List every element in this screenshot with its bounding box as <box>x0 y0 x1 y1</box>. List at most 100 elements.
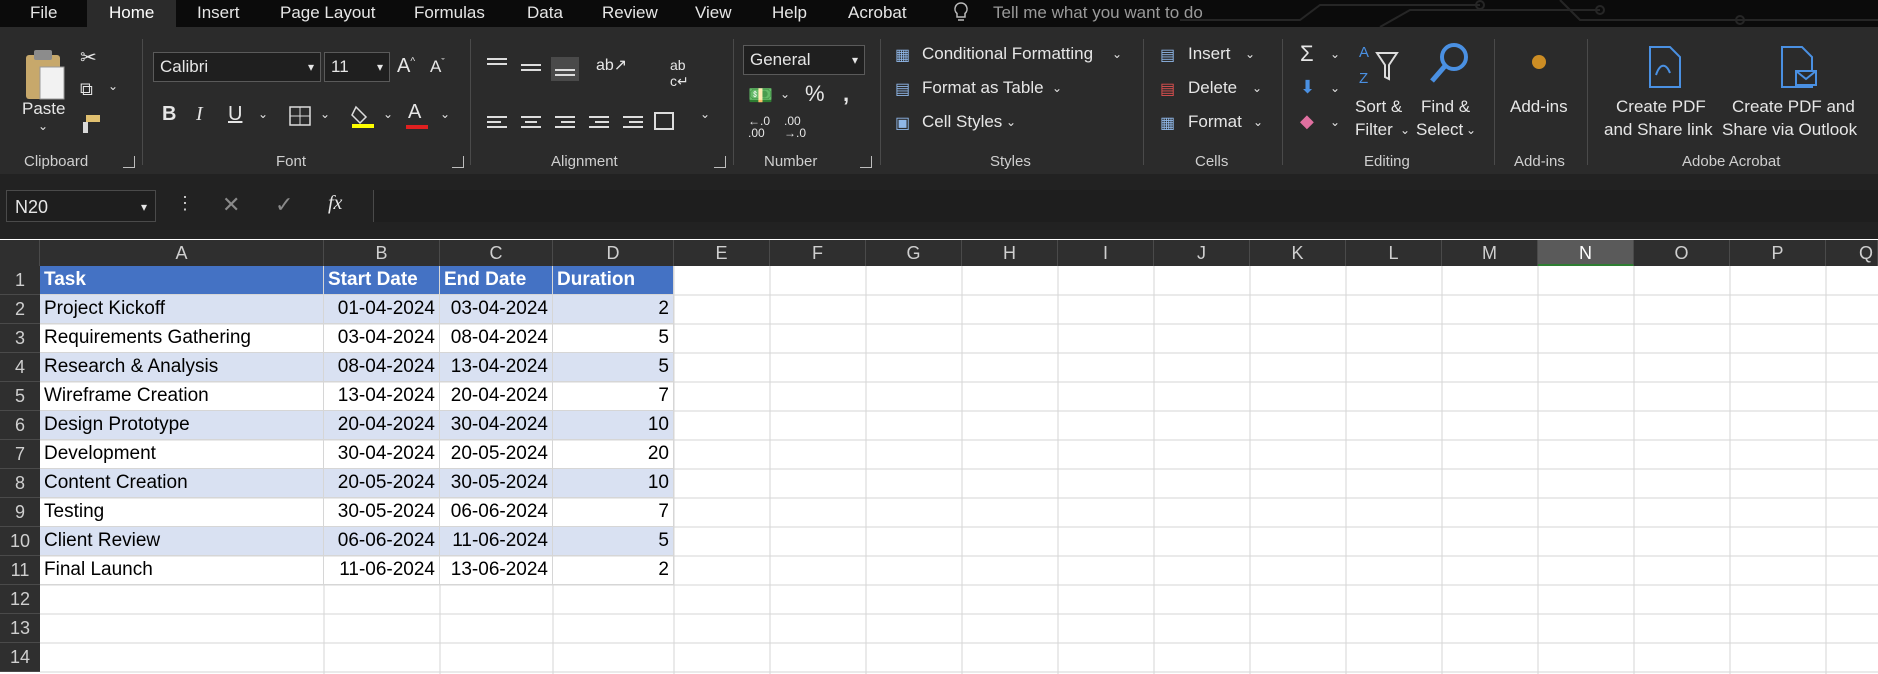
copy-dropdown-icon[interactable]: ⌄ <box>108 79 118 93</box>
start-date-cell[interactable]: 13-04-2024 <box>324 382 440 411</box>
duration-cell[interactable]: 2 <box>553 295 674 324</box>
delete-cells-button[interactable]: Delete <box>1188 78 1237 98</box>
underline-dropdown-icon[interactable]: ⌄ <box>258 107 268 121</box>
duration-cell[interactable]: 10 <box>553 469 674 498</box>
sort-filter-icon[interactable]: A Z <box>1357 41 1399 87</box>
add-ins-button[interactable]: Add-ins <box>1510 97 1568 117</box>
create-pdf-link-label-1[interactable]: Create PDF <box>1616 97 1706 117</box>
task-cell[interactable]: Content Creation <box>40 469 324 498</box>
clear-icon[interactable]: ◆ <box>1300 111 1314 132</box>
start-date-cell[interactable]: 06-06-2024 <box>324 527 440 556</box>
copy-icon[interactable]: ⧉ <box>80 79 93 100</box>
row-header-4[interactable]: 4 <box>0 353 40 382</box>
end-date-cell[interactable]: 30-05-2024 <box>440 469 553 498</box>
format-cells-button[interactable]: Format <box>1188 112 1242 132</box>
task-cell[interactable]: Final Launch <box>40 556 324 585</box>
merge-dropdown-icon[interactable]: ⌄ <box>700 107 710 121</box>
tab-home[interactable]: Home <box>87 0 177 27</box>
end-date-cell[interactable]: 03-04-2024 <box>440 295 553 324</box>
row-header-10[interactable]: 10 <box>0 527 40 556</box>
tab-help[interactable]: Help <box>772 2 807 24</box>
column-header-c[interactable]: C <box>440 240 553 266</box>
task-cell[interactable]: Client Review <box>40 527 324 556</box>
duration-cell[interactable]: 2 <box>553 556 674 585</box>
column-header-i[interactable]: I <box>1058 240 1154 266</box>
column-header-n[interactable]: N <box>1538 240 1634 266</box>
start-date-cell[interactable]: 20-04-2024 <box>324 411 440 440</box>
enter-icon[interactable]: ✓ <box>275 192 293 218</box>
duration-cell[interactable]: 7 <box>553 498 674 527</box>
fill-color-dropdown-icon[interactable]: ⌄ <box>383 107 393 121</box>
paste-icon[interactable] <box>22 47 68 105</box>
row-header-6[interactable]: 6 <box>0 411 40 440</box>
borders-icon[interactable] <box>288 105 312 127</box>
create-pdf-outlook-icon[interactable] <box>1776 45 1818 89</box>
row-header-12[interactable]: 12 <box>0 585 40 614</box>
end-date-cell[interactable]: 13-04-2024 <box>440 353 553 382</box>
task-cell[interactable]: Design Prototype <box>40 411 324 440</box>
accounting-format-icon[interactable]: 💵 <box>748 83 773 108</box>
duration-cell[interactable]: 5 <box>553 353 674 382</box>
row-header-13[interactable]: 13 <box>0 614 40 643</box>
insert-function-icon[interactable]: fx <box>328 192 342 215</box>
column-header-o[interactable]: O <box>1634 240 1730 266</box>
insert-cells-button[interactable]: Insert <box>1188 44 1231 64</box>
find-select-label-1[interactable]: Find & <box>1421 97 1470 117</box>
add-ins-icon[interactable] <box>1532 55 1546 69</box>
column-header-h[interactable]: H <box>962 240 1058 266</box>
header-cell-task[interactable]: Task <box>40 266 324 295</box>
duration-cell[interactable]: 20 <box>553 440 674 469</box>
start-date-cell[interactable]: 01-04-2024 <box>324 295 440 324</box>
fill-dropdown-icon[interactable]: ⌄ <box>1330 81 1340 95</box>
find-select-label-2[interactable]: Select <box>1416 120 1463 140</box>
task-cell[interactable]: Project Kickoff <box>40 295 324 324</box>
font-color-icon[interactable]: A <box>408 101 421 124</box>
start-date-cell[interactable]: 11-06-2024 <box>324 556 440 585</box>
row-header-11[interactable]: 11 <box>0 556 40 585</box>
start-date-cell[interactable]: 20-05-2024 <box>324 469 440 498</box>
column-header-m[interactable]: M <box>1442 240 1538 266</box>
header-cell-duration[interactable]: Duration <box>553 266 674 295</box>
column-header-d[interactable]: D <box>553 240 674 266</box>
find-select-icon[interactable] <box>1428 41 1472 87</box>
end-date-cell[interactable]: 08-04-2024 <box>440 324 553 353</box>
column-header-e[interactable]: E <box>674 240 770 266</box>
autosum-dropdown-icon[interactable]: ⌄ <box>1330 47 1340 61</box>
row-header-9[interactable]: 9 <box>0 498 40 527</box>
duration-cell[interactable]: 7 <box>553 382 674 411</box>
decrease-decimal-icon[interactable]: .00 →.0 <box>784 115 806 139</box>
orientation-icon[interactable]: ab↗ <box>596 55 627 75</box>
row-header-1[interactable]: 1 <box>0 266 40 295</box>
start-date-cell[interactable]: 30-04-2024 <box>324 440 440 469</box>
tell-me-search[interactable]: Tell me what you want to do <box>993 2 1203 24</box>
sort-filter-label-1[interactable]: Sort & <box>1355 97 1402 117</box>
tab-page-layout[interactable]: Page Layout <box>280 2 375 24</box>
fill-color-icon[interactable] <box>350 103 376 129</box>
tab-formulas[interactable]: Formulas <box>414 2 485 24</box>
cut-icon[interactable]: ✂ <box>80 45 97 70</box>
font-color-dropdown-icon[interactable]: ⌄ <box>440 107 450 121</box>
column-header-p[interactable]: P <box>1730 240 1826 266</box>
header-cell-end-date[interactable]: End Date <box>440 266 553 295</box>
increase-decimal-icon[interactable]: ←.0.00 <box>748 115 770 139</box>
tab-acrobat[interactable]: Acrobat <box>848 2 907 24</box>
italic-button[interactable]: I <box>196 103 203 126</box>
column-header-j[interactable]: J <box>1154 240 1250 266</box>
alignment-icons[interactable] <box>485 55 675 155</box>
alignment-launcher-icon[interactable] <box>714 156 726 168</box>
task-cell[interactable]: Requirements Gathering <box>40 324 324 353</box>
task-cell[interactable]: Development <box>40 440 324 469</box>
name-box[interactable]: N20 ▾ <box>6 190 156 222</box>
fill-icon[interactable]: ⬇ <box>1300 77 1315 98</box>
tab-view[interactable]: View <box>695 2 732 24</box>
clear-dropdown-icon[interactable]: ⌄ <box>1330 115 1340 129</box>
duration-cell[interactable]: 5 <box>553 324 674 353</box>
task-cell[interactable]: Research & Analysis <box>40 353 324 382</box>
row-header-3[interactable]: 3 <box>0 324 40 353</box>
task-cell[interactable]: Testing <box>40 498 324 527</box>
duration-cell[interactable]: 10 <box>553 411 674 440</box>
format-painter-icon[interactable] <box>80 113 102 135</box>
paste-dropdown-icon[interactable]: ⌄ <box>38 119 48 133</box>
accounting-dropdown-icon[interactable]: ⌄ <box>780 87 790 101</box>
end-date-cell[interactable]: 20-05-2024 <box>440 440 553 469</box>
